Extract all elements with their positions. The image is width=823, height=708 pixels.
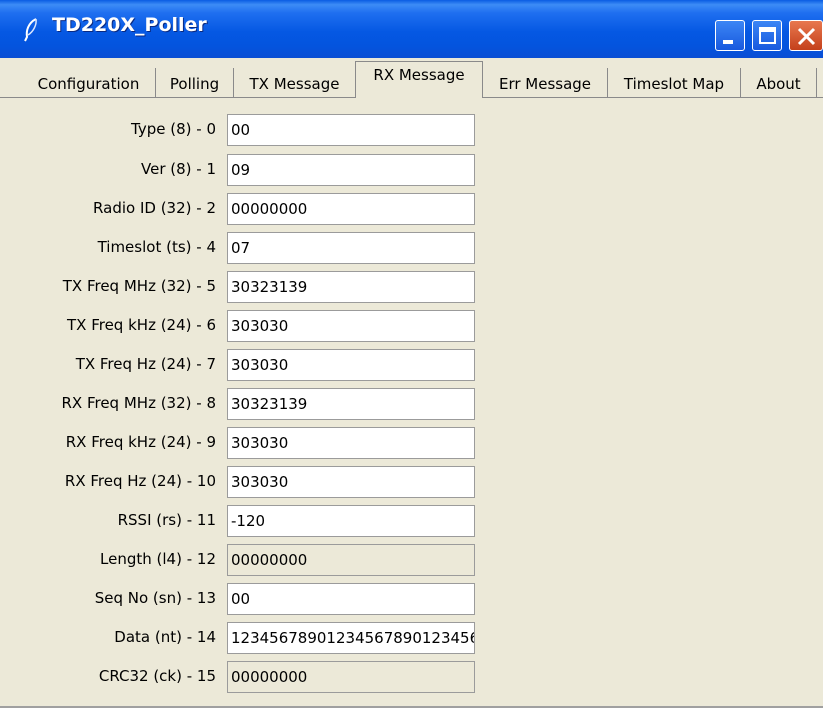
title-bar[interactable]: TD220X_Poller: [0, 0, 823, 58]
tab-tx-message[interactable]: TX Message: [234, 68, 356, 98]
field-label: Timeslot (ts) - 4: [97, 238, 216, 256]
close-button[interactable]: [789, 20, 823, 51]
timeslot-input[interactable]: 07: [227, 232, 475, 264]
tab-polling[interactable]: Polling: [156, 68, 234, 98]
window-title: TD220X_Poller: [52, 14, 207, 36]
maximize-icon: [759, 27, 776, 44]
close-icon: [797, 27, 816, 46]
length-readonly-field: 00000000: [227, 544, 475, 576]
minimize-icon: [723, 40, 733, 44]
field-label: CRC32 (ck) - 15: [98, 667, 216, 685]
field-label: RX Freq MHz (32) - 8: [61, 394, 216, 412]
field-label: Ver (8) - 1: [141, 160, 216, 178]
field-row-tx-freq-mhz: TX Freq MHz (32) - 5 30323139: [0, 271, 500, 303]
field-label: Data (nt) - 14: [114, 628, 216, 646]
field-row-data: Data (nt) - 14 1234567890123456789012345…: [0, 622, 500, 654]
field-label: RX Freq Hz (24) - 10: [64, 472, 216, 490]
tab-strip: Configuration Polling TX Message RX Mess…: [0, 58, 823, 98]
tx-freq-hz-input[interactable]: 303030: [227, 349, 475, 381]
rssi-input[interactable]: -120: [227, 505, 475, 537]
field-row-crc32: CRC32 (ck) - 15 00000000: [0, 661, 500, 693]
ver-input[interactable]: 09: [227, 154, 475, 186]
tab-rx-message[interactable]: RX Message: [355, 61, 483, 98]
field-row-rx-freq-mhz: RX Freq MHz (32) - 8 30323139: [0, 388, 500, 420]
field-row-length: Length (l4) - 12 00000000: [0, 544, 500, 576]
field-label: Seq No (sn) - 13: [94, 589, 216, 607]
tab-err-message[interactable]: Err Message: [483, 68, 608, 98]
field-label: TX Freq MHz (32) - 5: [62, 277, 216, 295]
field-label: TX Freq Hz (24) - 7: [75, 355, 216, 373]
field-row-ver: Ver (8) - 1 09: [0, 154, 500, 186]
minimize-button[interactable]: [715, 20, 745, 51]
rx-freq-mhz-input[interactable]: 30323139: [227, 388, 475, 420]
field-label: TX Freq kHz (24) - 6: [67, 316, 216, 334]
field-label: Radio ID (32) - 2: [93, 199, 216, 217]
tx-freq-khz-input[interactable]: 303030: [227, 310, 475, 342]
field-row-radio-id: Radio ID (32) - 2 00000000: [0, 193, 500, 225]
tab-configuration[interactable]: Configuration: [22, 68, 156, 98]
rx-freq-hz-input[interactable]: 303030: [227, 466, 475, 498]
type-input[interactable]: 00: [227, 114, 475, 146]
field-row-tx-freq-hz: TX Freq Hz (24) - 7 303030: [0, 349, 500, 381]
field-label: RSSI (rs) - 11: [117, 511, 216, 529]
field-label: RX Freq kHz (24) - 9: [65, 433, 216, 451]
radio-id-input[interactable]: 00000000: [227, 193, 475, 225]
field-row-tx-freq-khz: TX Freq kHz (24) - 6 303030: [0, 310, 500, 342]
field-row-timeslot: Timeslot (ts) - 4 07: [0, 232, 500, 264]
feather-icon: [24, 18, 37, 42]
crc32-readonly-field: 00000000: [227, 661, 475, 693]
field-row-rssi: RSSI (rs) - 11 -120: [0, 505, 500, 537]
data-input[interactable]: 12345678901234567890123456: [227, 622, 475, 654]
tab-about[interactable]: About: [741, 68, 817, 98]
field-row-seq-no: Seq No (sn) - 13 00: [0, 583, 500, 615]
field-label: Length (l4) - 12: [100, 550, 216, 568]
rx-message-form: Type (8) - 0 00 Ver (8) - 1 09 Radio ID …: [0, 98, 823, 708]
rx-freq-khz-input[interactable]: 303030: [227, 427, 475, 459]
field-row-type: Type (8) - 0 00: [0, 114, 500, 146]
maximize-button[interactable]: [752, 20, 782, 51]
field-row-rx-freq-hz: RX Freq Hz (24) - 10 303030: [0, 466, 500, 498]
field-label: Type (8) - 0: [131, 120, 216, 138]
field-row-rx-freq-khz: RX Freq kHz (24) - 9 303030: [0, 427, 500, 459]
seq-no-input[interactable]: 00: [227, 583, 475, 615]
tab-timeslot-map[interactable]: Timeslot Map: [608, 68, 741, 98]
tx-freq-mhz-input[interactable]: 30323139: [227, 271, 475, 303]
